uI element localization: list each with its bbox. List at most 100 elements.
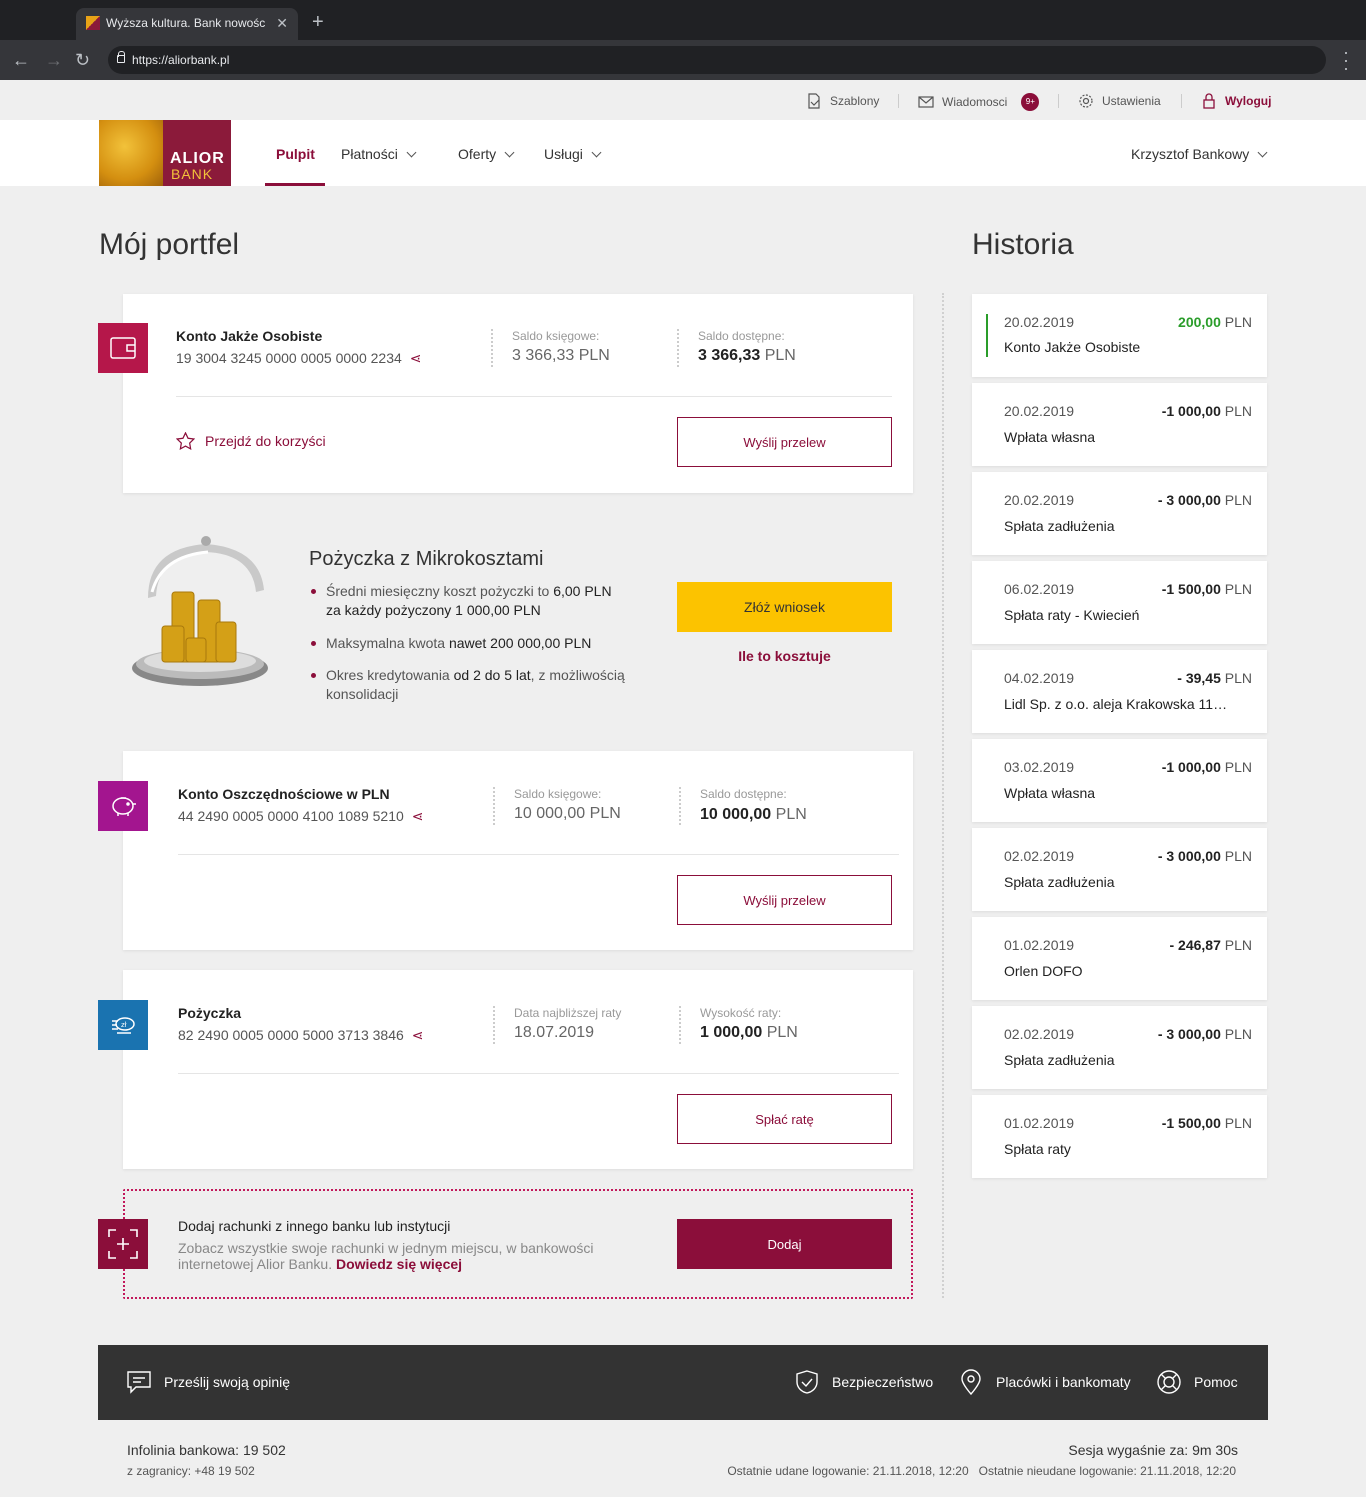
forward-icon[interactable]: →: [45, 50, 63, 70]
add-button[interactable]: Dodaj: [677, 1219, 892, 1269]
history-item[interactable]: 02.02.2019 Spłata zadłużenia - 3 000,00 …: [972, 1006, 1267, 1089]
feedback-label: Prześlij swoją opinię: [164, 1374, 291, 1390]
user-name: Krzysztof Bankowy: [1131, 146, 1250, 162]
benefits-label: Przejdź do korzyści: [205, 433, 326, 449]
amount-value: - 3 000,00: [1157, 848, 1221, 864]
history-date: 04.02.2019: [1004, 670, 1075, 686]
history-title: Wpłata własna: [1004, 785, 1096, 801]
user-menu[interactable]: Krzysztof Bankowy: [1131, 146, 1268, 162]
history-item[interactable]: 20.02.2019 Spłata zadłużenia - 3 000,00 …: [972, 472, 1267, 555]
currency: PLN: [1224, 937, 1252, 953]
amount-value: 200,00: [1178, 314, 1221, 330]
browser-tab[interactable]: Wyższa kultura. Bank nowości ✕: [76, 8, 298, 40]
browser-menu-icon[interactable]: · · ·: [1340, 43, 1352, 77]
pay-installment-button[interactable]: Spłać ratę: [677, 1094, 892, 1144]
help-link[interactable]: Pomoc: [1156, 1369, 1238, 1395]
history-item[interactable]: 20.02.2019 Wpłata własna -1 000,00 PLN: [972, 383, 1267, 466]
history-item[interactable]: 02.02.2019 Spłata zadłużenia - 3 000,00 …: [972, 828, 1267, 911]
settings-label: Ustawienia: [1102, 94, 1161, 108]
history-item[interactable]: 04.02.2019 Lidl Sp. z o.o. aleja Krakows…: [972, 650, 1267, 733]
footer-bar: Prześlij swoją opinię Bezpieczeństwo Pla…: [98, 1345, 1268, 1420]
templates-label: Szablony: [830, 94, 880, 108]
nav-offers-label: Oferty: [458, 146, 497, 162]
logout-link[interactable]: Wyloguj: [1201, 93, 1271, 109]
history-amount: -1 500,00 PLN: [1162, 581, 1252, 597]
tab-title: Wyższa kultura. Bank nowości: [106, 16, 266, 30]
learn-more-link[interactable]: Dowiedz się więcej: [336, 1256, 462, 1272]
svg-text:zł: zł: [121, 1021, 127, 1029]
amount-value: - 3 000,00: [1157, 492, 1221, 508]
add-accounts-description: Zobacz wszystkie swoje rachunki w jednym…: [178, 1240, 593, 1272]
shield-icon: [796, 1370, 818, 1394]
divider: [679, 1006, 681, 1044]
back-icon[interactable]: ←: [12, 50, 30, 70]
nav-dashboard[interactable]: Pulpit: [276, 146, 315, 162]
history-amount: - 3 000,00 PLN: [1158, 848, 1252, 864]
send-transfer-button[interactable]: Wyślij przelew: [677, 417, 892, 467]
messages-link[interactable]: Wiadomosci 9+: [918, 93, 1040, 111]
divider: [493, 1006, 495, 1044]
star-icon: [176, 432, 195, 450]
hotline-abroad: z zagranicy: +48 19 502: [127, 1464, 255, 1478]
history-amount: -1 000,00 PLN: [1162, 403, 1252, 419]
nav-payments[interactable]: Płatności: [341, 146, 417, 162]
settings-link[interactable]: Ustawienia: [1078, 93, 1161, 109]
history-item[interactable]: 01.02.2019 Spłata raty -1 500,00 PLN: [972, 1095, 1267, 1178]
available-value: 3 366,33 PLN: [698, 347, 796, 365]
close-tab-icon[interactable]: ✕: [276, 8, 288, 38]
history-title: Wpłata własna: [1004, 429, 1096, 445]
lifebuoy-icon: [1157, 1370, 1181, 1394]
account-number-text: 82 2490 0005 0000 5000 3713 3846: [178, 1027, 404, 1043]
history-item[interactable]: 01.02.2019 Orlen DOFO - 246,87 PLN: [972, 917, 1267, 1000]
history-title: Spłata raty - Kwiecień: [1004, 607, 1140, 623]
branches-link[interactable]: Placówki i bankomaty: [958, 1369, 1131, 1395]
share-icon[interactable]: ⋖: [410, 350, 422, 366]
positive-indicator: [986, 314, 988, 357]
history-title: Orlen DOFO: [1004, 963, 1083, 979]
send-transfer-button[interactable]: Wyślij przelew: [677, 875, 892, 925]
currency: PLN: [589, 805, 621, 822]
history-item[interactable]: 06.02.2019 Spłata raty - Kwiecień -1 500…: [972, 561, 1267, 644]
help-label: Pomoc: [1194, 1374, 1238, 1390]
favicon-icon: [86, 16, 100, 30]
share-icon[interactable]: ⋖: [412, 808, 424, 824]
account-name: Konto Jakże Osobiste: [176, 328, 323, 344]
history-title: Spłata zadłużenia: [1004, 1052, 1115, 1068]
new-tab-icon[interactable]: +: [312, 11, 324, 34]
apply-button[interactable]: Złóż wniosek: [677, 582, 892, 632]
security-link[interactable]: Bezpieczeństwo: [794, 1369, 933, 1395]
history-title: Lidl Sp. z o.o. aleja Krakowska 117…: [1004, 696, 1229, 712]
amount-value: - 246,87: [1169, 937, 1221, 953]
feedback-link[interactable]: Prześlij swoją opinię: [126, 1369, 290, 1395]
history-item[interactable]: 03.02.2019 Wpłata własna -1 000,00 PLN: [972, 739, 1267, 822]
gear-icon: [1079, 94, 1093, 108]
amount-value: -1 500,00: [1161, 1115, 1221, 1131]
piggy-bank-icon: [98, 781, 148, 831]
history-amount: - 246,87 PLN: [1170, 937, 1253, 953]
account-number-text: 19 3004 3245 0000 0005 0000 2234: [176, 350, 402, 366]
history-item[interactable]: 20.02.2019 Konto Jakże Osobiste 200,00 P…: [972, 294, 1267, 377]
alior-logo[interactable]: ALIOR BANK: [99, 120, 231, 186]
reload-icon[interactable]: ↻: [75, 50, 90, 70]
nav-services[interactable]: Usługi: [544, 146, 602, 162]
available-value: 10 000,00 PLN: [700, 806, 807, 824]
templates-link[interactable]: Szablony: [806, 93, 879, 109]
available-label: Saldo dostępne:: [698, 329, 785, 343]
address-bar[interactable]: https://aliorbank.pl: [108, 46, 1326, 74]
nav-offers[interactable]: Oferty: [458, 146, 515, 162]
benefits-link[interactable]: Przejdź do korzyści: [176, 432, 326, 450]
history-date: 20.02.2019: [1004, 314, 1075, 330]
share-icon[interactable]: ⋖: [412, 1027, 424, 1043]
next-installment-label: Data najbliższej raty: [514, 1006, 622, 1020]
divider: [493, 787, 495, 825]
history-title: Spłata zadłużenia: [1004, 874, 1115, 890]
logout-label: Wyloguj: [1225, 94, 1272, 108]
lock-icon: [117, 51, 125, 63]
bullet-line2: za każdy pożyczony 1 000,00 PLN: [326, 602, 541, 618]
currency: PLN: [775, 806, 807, 823]
last-failed-login: Ostatnie nieudane logowanie: 21.11.2018,…: [978, 1464, 1236, 1478]
currency: PLN: [764, 347, 796, 364]
cost-link[interactable]: Ile to kosztuje: [677, 648, 892, 664]
speech-bubble-icon: [127, 1371, 151, 1394]
currency: PLN: [1224, 670, 1252, 686]
